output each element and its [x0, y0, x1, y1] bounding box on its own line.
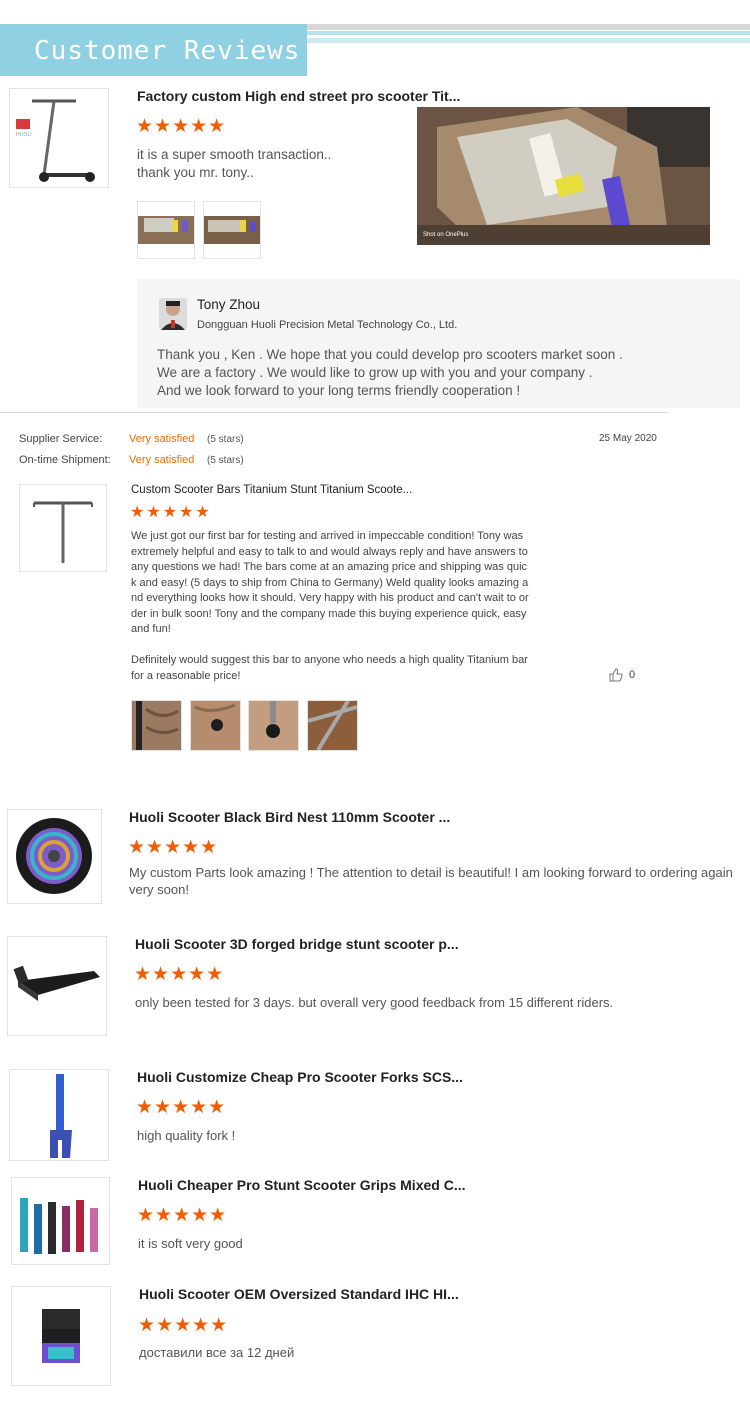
header-rule [307, 24, 750, 30]
package-photo-icon [417, 107, 710, 245]
bar-photo-icon [132, 701, 181, 750]
review-photo-thumb[interactable] [248, 700, 299, 751]
review-text: very soon! [129, 882, 189, 897]
review-text: We just got our first bar for testing an… [131, 529, 561, 638]
thumbs-up-icon [609, 668, 623, 682]
section-header: Customer Reviews [0, 22, 750, 76]
grips-image [20, 1198, 98, 1254]
clamp-image [42, 1309, 80, 1363]
product-thumbnail-grips[interactable] [11, 1177, 110, 1265]
product-thumbnail-wheel[interactable] [7, 809, 102, 904]
review-photo-thumb[interactable] [307, 699, 358, 752]
review-product-title[interactable]: Huoli Customize Cheap Pro Scooter Forks … [137, 1069, 463, 1085]
review-product-title[interactable]: Huoli Scooter Black Bird Nest 110mm Scoo… [129, 809, 450, 825]
reply-author-name: Tony Zhou [197, 297, 261, 312]
product-thumbnail-bar[interactable] [19, 484, 107, 572]
product-thumbnail-scooter[interactable]: HUOLI [9, 88, 109, 188]
review-product-title[interactable]: Huoli Scooter 3D forged bridge stunt sco… [135, 936, 459, 952]
rating-stars: ★★★★★ [128, 837, 219, 858]
supplier-service-label: Supplier Service: [19, 433, 103, 445]
review-text-line: der in bulk soon! Tony and the company m… [131, 607, 527, 620]
supplier-service-value: Very satisfied [129, 433, 195, 445]
reply-text: And we look forward to your long terms f… [157, 383, 521, 398]
reply-text: We are a factory . We would like to grow… [157, 365, 593, 380]
rating-stars: ★★★★★ [136, 1097, 227, 1118]
wheel-image [16, 818, 92, 894]
review-text: it is soft very good [138, 1236, 243, 1251]
review-text: My custom Parts look amazing ! The atten… [129, 865, 733, 880]
review-product-title[interactable]: Custom Scooter Bars Titanium Stunt Titan… [131, 484, 412, 496]
review-photo-large[interactable]: Shot on OnePlus [417, 107, 710, 245]
review-text: thank you mr. tony.. [137, 165, 254, 180]
product-thumbnail-clamp[interactable] [11, 1286, 111, 1386]
like-button[interactable] [609, 668, 623, 687]
supplier-reply: Tony Zhou Dongguan Huoli Precision Metal… [137, 279, 740, 408]
rating-stars: ★★★★★ [138, 1315, 229, 1336]
review-text-line: We just got our first bar for testing an… [131, 530, 524, 542]
review-photo-thumb[interactable] [190, 700, 241, 751]
avatar [159, 298, 187, 330]
review-text-line: extremely helpful and easy to talk to an… [131, 545, 528, 558]
divider [0, 412, 668, 413]
product-thumbnail-deck[interactable] [7, 936, 107, 1036]
bar-photo-icon [249, 701, 298, 750]
rating-stars: ★★★★★ [137, 1205, 228, 1226]
review-photo-thumb[interactable] [137, 201, 195, 259]
t-bar-image [33, 501, 93, 563]
review-product-title[interactable]: Factory custom High end street pro scoot… [137, 88, 460, 104]
review-product-title[interactable]: Huoli Cheaper Pro Stunt Scooter Grips Mi… [138, 1177, 466, 1193]
product-thumbnail-fork[interactable] [9, 1069, 109, 1161]
review-text: доставили все за 12 дней [139, 1345, 295, 1360]
review-text: only been tested for 3 days. but overall… [135, 995, 614, 1010]
shipment-label: On-time Shipment: [19, 454, 111, 466]
photo-watermark: Shot on OnePlus [423, 232, 469, 238]
fork-image [50, 1074, 72, 1158]
review-text: Definitely would suggest this bar to any… [131, 653, 561, 684]
person-icon [159, 298, 187, 330]
review-text-line: for a reasonable price! [131, 669, 241, 682]
review-text: high quality fork ! [137, 1128, 236, 1143]
review-text-line: Definitely would suggest this bar to any… [131, 654, 528, 666]
like-count: 0 [629, 669, 636, 681]
supplier-service-stars: (5 stars) [207, 434, 244, 445]
review-photo-thumb[interactable] [131, 700, 182, 751]
deck-image [13, 965, 100, 1001]
shipment-value: Very satisfied [129, 454, 195, 466]
review-text-line: any questions we had! The bars come at a… [131, 561, 528, 573]
bar-photo-icon [307, 699, 358, 752]
rating-stars: ★★★★★ [130, 504, 212, 521]
review-photo-thumb[interactable] [203, 201, 261, 259]
svg-text:HUOLI: HUOLI [16, 132, 32, 138]
rating-stars: ★★★★★ [136, 116, 227, 137]
review-product-title[interactable]: Huoli Scooter OEM Oversized Standard IHC… [139, 1286, 459, 1302]
package-photo-icon [138, 216, 194, 244]
review-text-line: k and easy! (5 days to ship from China t… [131, 576, 529, 589]
page-title: Customer Reviews [34, 36, 301, 66]
review-text-line: nd everything looks how it should. Very … [131, 592, 529, 604]
header-rule [307, 38, 750, 43]
review-text-line: and fun! [131, 623, 171, 635]
rating-stars: ★★★★★ [134, 964, 225, 985]
reply-company: Dongguan Huoli Precision Metal Technolog… [197, 319, 458, 331]
reply-text: Thank you , Ken . We hope that you could… [157, 347, 623, 362]
scooter-image: HUOLI [16, 99, 95, 182]
package-photo-icon [204, 216, 260, 244]
review-date: 25 May 2020 [599, 433, 657, 444]
review-text: it is a super smooth transaction.. [137, 147, 332, 162]
header-tab: Customer Reviews [0, 24, 307, 76]
shipment-stars: (5 stars) [207, 455, 244, 466]
bar-photo-icon [191, 701, 240, 750]
header-rule [307, 31, 750, 35]
